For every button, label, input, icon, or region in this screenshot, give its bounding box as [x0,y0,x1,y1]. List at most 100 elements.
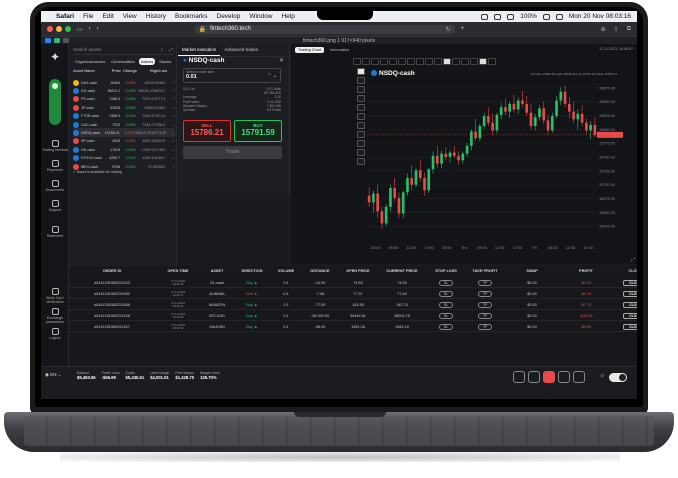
col-asset-name[interactable]: Asset Name [73,69,103,73]
take-profit-button[interactable]: TP [477,323,493,330]
brush-icon[interactable] [357,113,365,120]
orders-col-header[interactable]: CLOSE [613,269,637,276]
star-icon[interactable]: ☆ [165,97,175,101]
eye-icon[interactable] [357,140,365,147]
timeframe-1h-icon[interactable] [443,58,451,65]
text-tool-icon[interactable] [398,58,406,65]
connection-status-pill[interactable] [49,79,61,125]
timeframe-1m-icon[interactable] [407,58,415,65]
search-icon[interactable]: ⌕ [160,47,163,52]
menu-bookmarks[interactable]: Bookmarks [175,13,208,20]
minimize-window-button[interactable] [56,26,62,32]
orders-col-header[interactable]: DISTANCE [301,269,339,276]
candlestick-chart[interactable]: 15875.00 15850.00 15825.00 15800.00 15775.00… [367,74,623,252]
timeframe-5m-icon[interactable] [416,58,424,65]
timeframe-15m-icon[interactable] [425,58,433,65]
sell-button[interactable]: SELL 15786.21 [183,120,231,142]
nav-documents[interactable]: Documents [41,180,69,192]
asset-search-input[interactable]: Search assets ⌕ ⤢ [73,47,173,55]
col-change[interactable]: Change [121,69,137,73]
timeframe-30m-icon[interactable] [434,58,442,65]
cursor-tool-icon[interactable] [353,58,361,65]
stop-loss-button[interactable]: SL [439,312,453,319]
battery-icon[interactable] [542,13,550,20]
zoom-out-icon[interactable] [357,95,365,102]
col-price[interactable]: Price [103,69,121,73]
crosshair-icon[interactable] [357,68,365,75]
trade-button[interactable]: Trade [183,146,282,159]
measure-tool-icon[interactable] [389,58,397,65]
indicator-icon[interactable] [488,58,496,65]
screenshot-icon[interactable] [470,58,478,65]
tab-market-execution[interactable]: Market execution [178,44,221,56]
zoom-window-button[interactable] [65,26,71,32]
orders-col-header[interactable]: VOLUME [271,269,301,276]
brand-logo-icon[interactable]: ✦ [47,50,63,66]
tab-commodities[interactable]: Commodities [109,58,136,65]
close-order-button[interactable]: CLOSE [623,301,637,308]
table-row[interactable]: #0411251982251523 17.11.2023 16:41:42 GL-ca… [69,278,637,288]
pen-icon[interactable] [357,77,365,84]
star-icon[interactable]: ☆ [165,131,175,135]
trash-icon[interactable] [357,149,365,156]
orders-col-header[interactable]: ORDER ID [69,269,155,276]
app-icon[interactable] [45,38,51,43]
star-icon[interactable]: ☆ [165,148,175,152]
orders-col-header[interactable]: OPEN TIME [155,269,201,276]
menu-history[interactable]: History [146,13,166,20]
bluetooth-icon[interactable] [494,13,502,20]
menu-view[interactable]: View [123,13,137,20]
fib-tool-icon[interactable] [380,58,388,65]
stop-loss-button[interactable]: SL [439,279,453,286]
close-order-button[interactable]: CLOSE [623,312,637,319]
app-icon-grey[interactable] [63,38,69,43]
table-row[interactable]: #0411251982251586 17.11.2023 16:42:01 AMAZO… [69,300,637,310]
share-icon[interactable]: ⇪ [614,26,619,33]
history-icon[interactable] [573,371,585,383]
star-icon[interactable]: ☆ [165,114,175,118]
download-icon[interactable]: ⊕ [601,26,606,33]
star-icon[interactable]: ☆ [165,123,175,127]
orders-col-header[interactable]: ASSET [201,269,233,276]
tab-information[interactable]: Information [327,47,352,53]
take-profit-button[interactable]: TP [477,301,493,308]
orders-col-header[interactable]: PROFIT [559,269,613,276]
trade-size-stepper[interactable]: Select a trade size 0.01 ⌃ ⌄ [183,68,281,83]
orders-col-header[interactable]: STOP LOSS [427,269,465,276]
layout-2-icon[interactable] [528,371,540,383]
star-icon[interactable]: ☆ [165,81,175,85]
menu-help[interactable]: Help [281,13,294,20]
take-profit-button[interactable]: TP [477,290,493,297]
layout-1-icon[interactable] [513,371,525,383]
buy-button[interactable]: BUY 15791.59 [234,120,282,142]
tab-trading-chart[interactable]: Trading Chart [295,47,325,53]
close-order-button[interactable]: CLOSE [623,323,637,330]
close-window-button[interactable] [47,26,53,32]
timeframe-1d-icon[interactable] [461,58,469,65]
magnet-icon[interactable] [357,131,365,138]
nav-bank-card-verification[interactable]: Bank Card Verification [41,288,69,304]
close-icon[interactable]: ✕ [279,57,284,64]
star-icon[interactable]: ☆ [165,156,175,160]
expand-icon[interactable]: ⤢ [169,47,173,52]
stop-loss-button[interactable]: SL [439,301,453,308]
table-row[interactable]: #0411251982251526 17.11.2023 16:42:09 BTCUS… [69,311,637,321]
menu-file[interactable]: File [83,13,93,20]
stop-loss-button[interactable]: SL [439,290,453,297]
tab-advanced-trades[interactable]: Advanced trades [220,44,262,56]
layers-icon[interactable] [357,158,365,165]
volume-icon[interactable] [507,13,515,20]
new-tab-icon[interactable]: + [461,26,465,32]
sidebar-toggle-icon[interactable]: ▭ [77,26,83,33]
orders-col-header[interactable]: TAKE PROFIT [465,269,505,276]
menu-window[interactable]: Window [249,13,272,20]
tab-overview-icon[interactable]: ⧉ [627,26,631,33]
table-row[interactable]: #0411251982251527 17.11.2023 16:42:14 XAUUS… [69,322,637,332]
control-center-icon[interactable] [555,13,563,20]
tab-cryptocurrencies[interactable]: Cryptocurrencies [73,58,107,65]
nav-exchange-parameters[interactable]: Exchange parameters [41,308,69,324]
nav-trading-terminal[interactable]: Trading terminal [41,140,69,152]
orders-col-header[interactable]: CURRENT PRICE [377,269,427,276]
close-order-button[interactable]: CLOSE [623,290,637,297]
star-icon[interactable]: ☆ [165,139,175,143]
